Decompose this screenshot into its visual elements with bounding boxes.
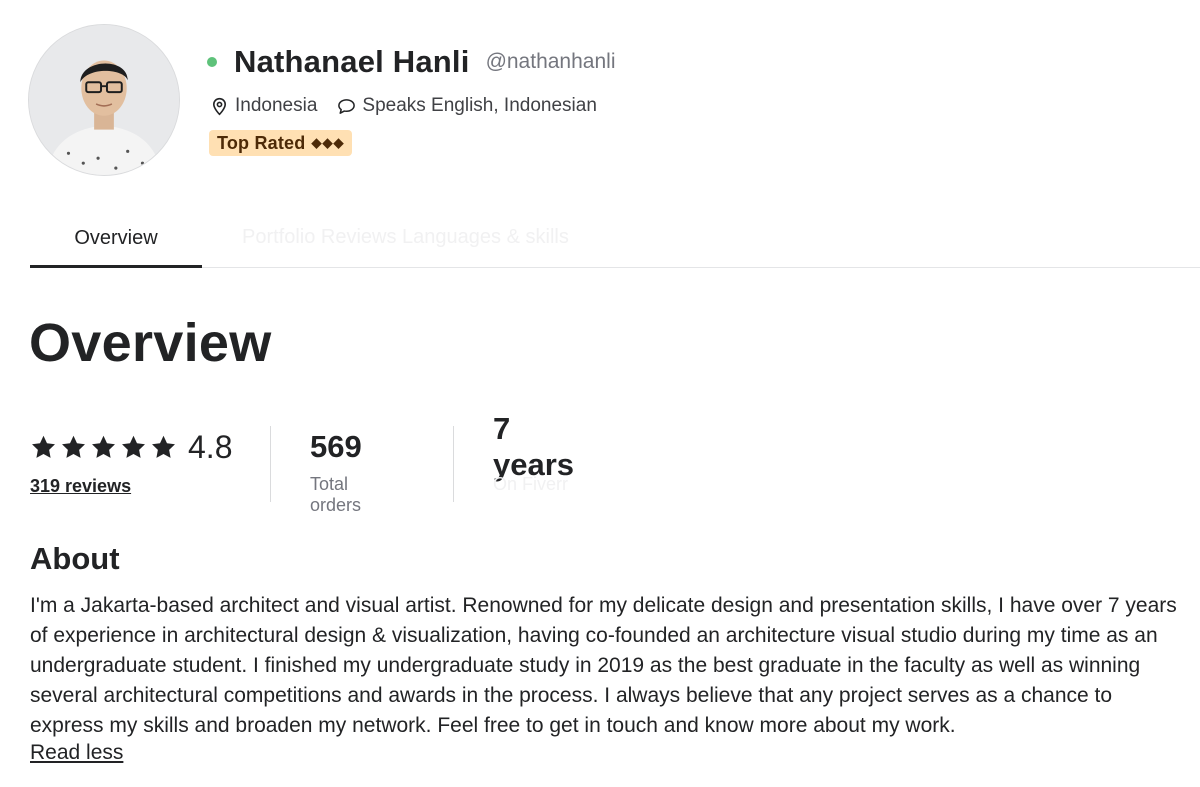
- languages-text: Speaks English, Indonesian: [362, 95, 597, 116]
- about-title: About: [30, 541, 120, 576]
- languages-item: Speaks English, Indonesian: [337, 95, 597, 117]
- about-text: I'm a Jakarta-based architect and visual…: [30, 594, 1177, 737]
- star-icon: [30, 434, 57, 461]
- profile-name: Nathanael Hanli: [234, 44, 470, 79]
- location-item: Indonesia: [210, 95, 317, 117]
- rating-stat: 4.8 319 reviews: [30, 426, 270, 497]
- location-text: Indonesia: [235, 95, 318, 116]
- orders-label: Total orders: [310, 474, 362, 515]
- badge-label: Top Rated: [217, 132, 306, 153]
- reviews-link[interactable]: 319 reviews: [30, 476, 270, 497]
- top-rated-badge: Top Rated ◆◆◆: [209, 130, 353, 156]
- map-pin-icon: [210, 97, 229, 116]
- star-icon: [90, 434, 117, 461]
- years-stat: 7 years On Fiverr: [493, 411, 575, 495]
- rating-stars-row: 4.8: [30, 426, 270, 468]
- profile-meta-row: Indonesia Speaks English, Indonesian: [210, 92, 597, 120]
- profile-tabs: Overview Portfolio Reviews Languages & s…: [30, 212, 1200, 268]
- profile-name-row: Nathanael Hanli @nathanhanli: [207, 42, 615, 82]
- read-less-link[interactable]: Read less: [30, 741, 123, 765]
- stats-divider: [453, 426, 454, 502]
- online-status-dot: [207, 57, 217, 67]
- years-value: 7 years: [493, 411, 575, 482]
- star-icon: [60, 434, 87, 461]
- star-icon: [120, 434, 147, 461]
- tab-faded-items[interactable]: Portfolio Reviews Languages & skills: [242, 226, 569, 249]
- profile-username: @nathanhanli: [485, 50, 616, 73]
- overview-title: Overview: [29, 313, 272, 373]
- orders-value: 569: [310, 429, 362, 464]
- orders-stat: 569 Total orders: [310, 426, 362, 516]
- tab-overview[interactable]: Overview: [30, 212, 202, 268]
- avatar-image: [29, 25, 179, 175]
- profile-avatar[interactable]: [28, 24, 180, 176]
- rating-value: 4.8: [188, 428, 233, 465]
- star-icon: [150, 434, 177, 461]
- speech-bubble-icon: [337, 97, 356, 116]
- badge-diamonds-icon: ◆◆◆: [311, 135, 345, 150]
- years-label: On Fiverr: [493, 474, 569, 494]
- stats-divider: [270, 426, 271, 502]
